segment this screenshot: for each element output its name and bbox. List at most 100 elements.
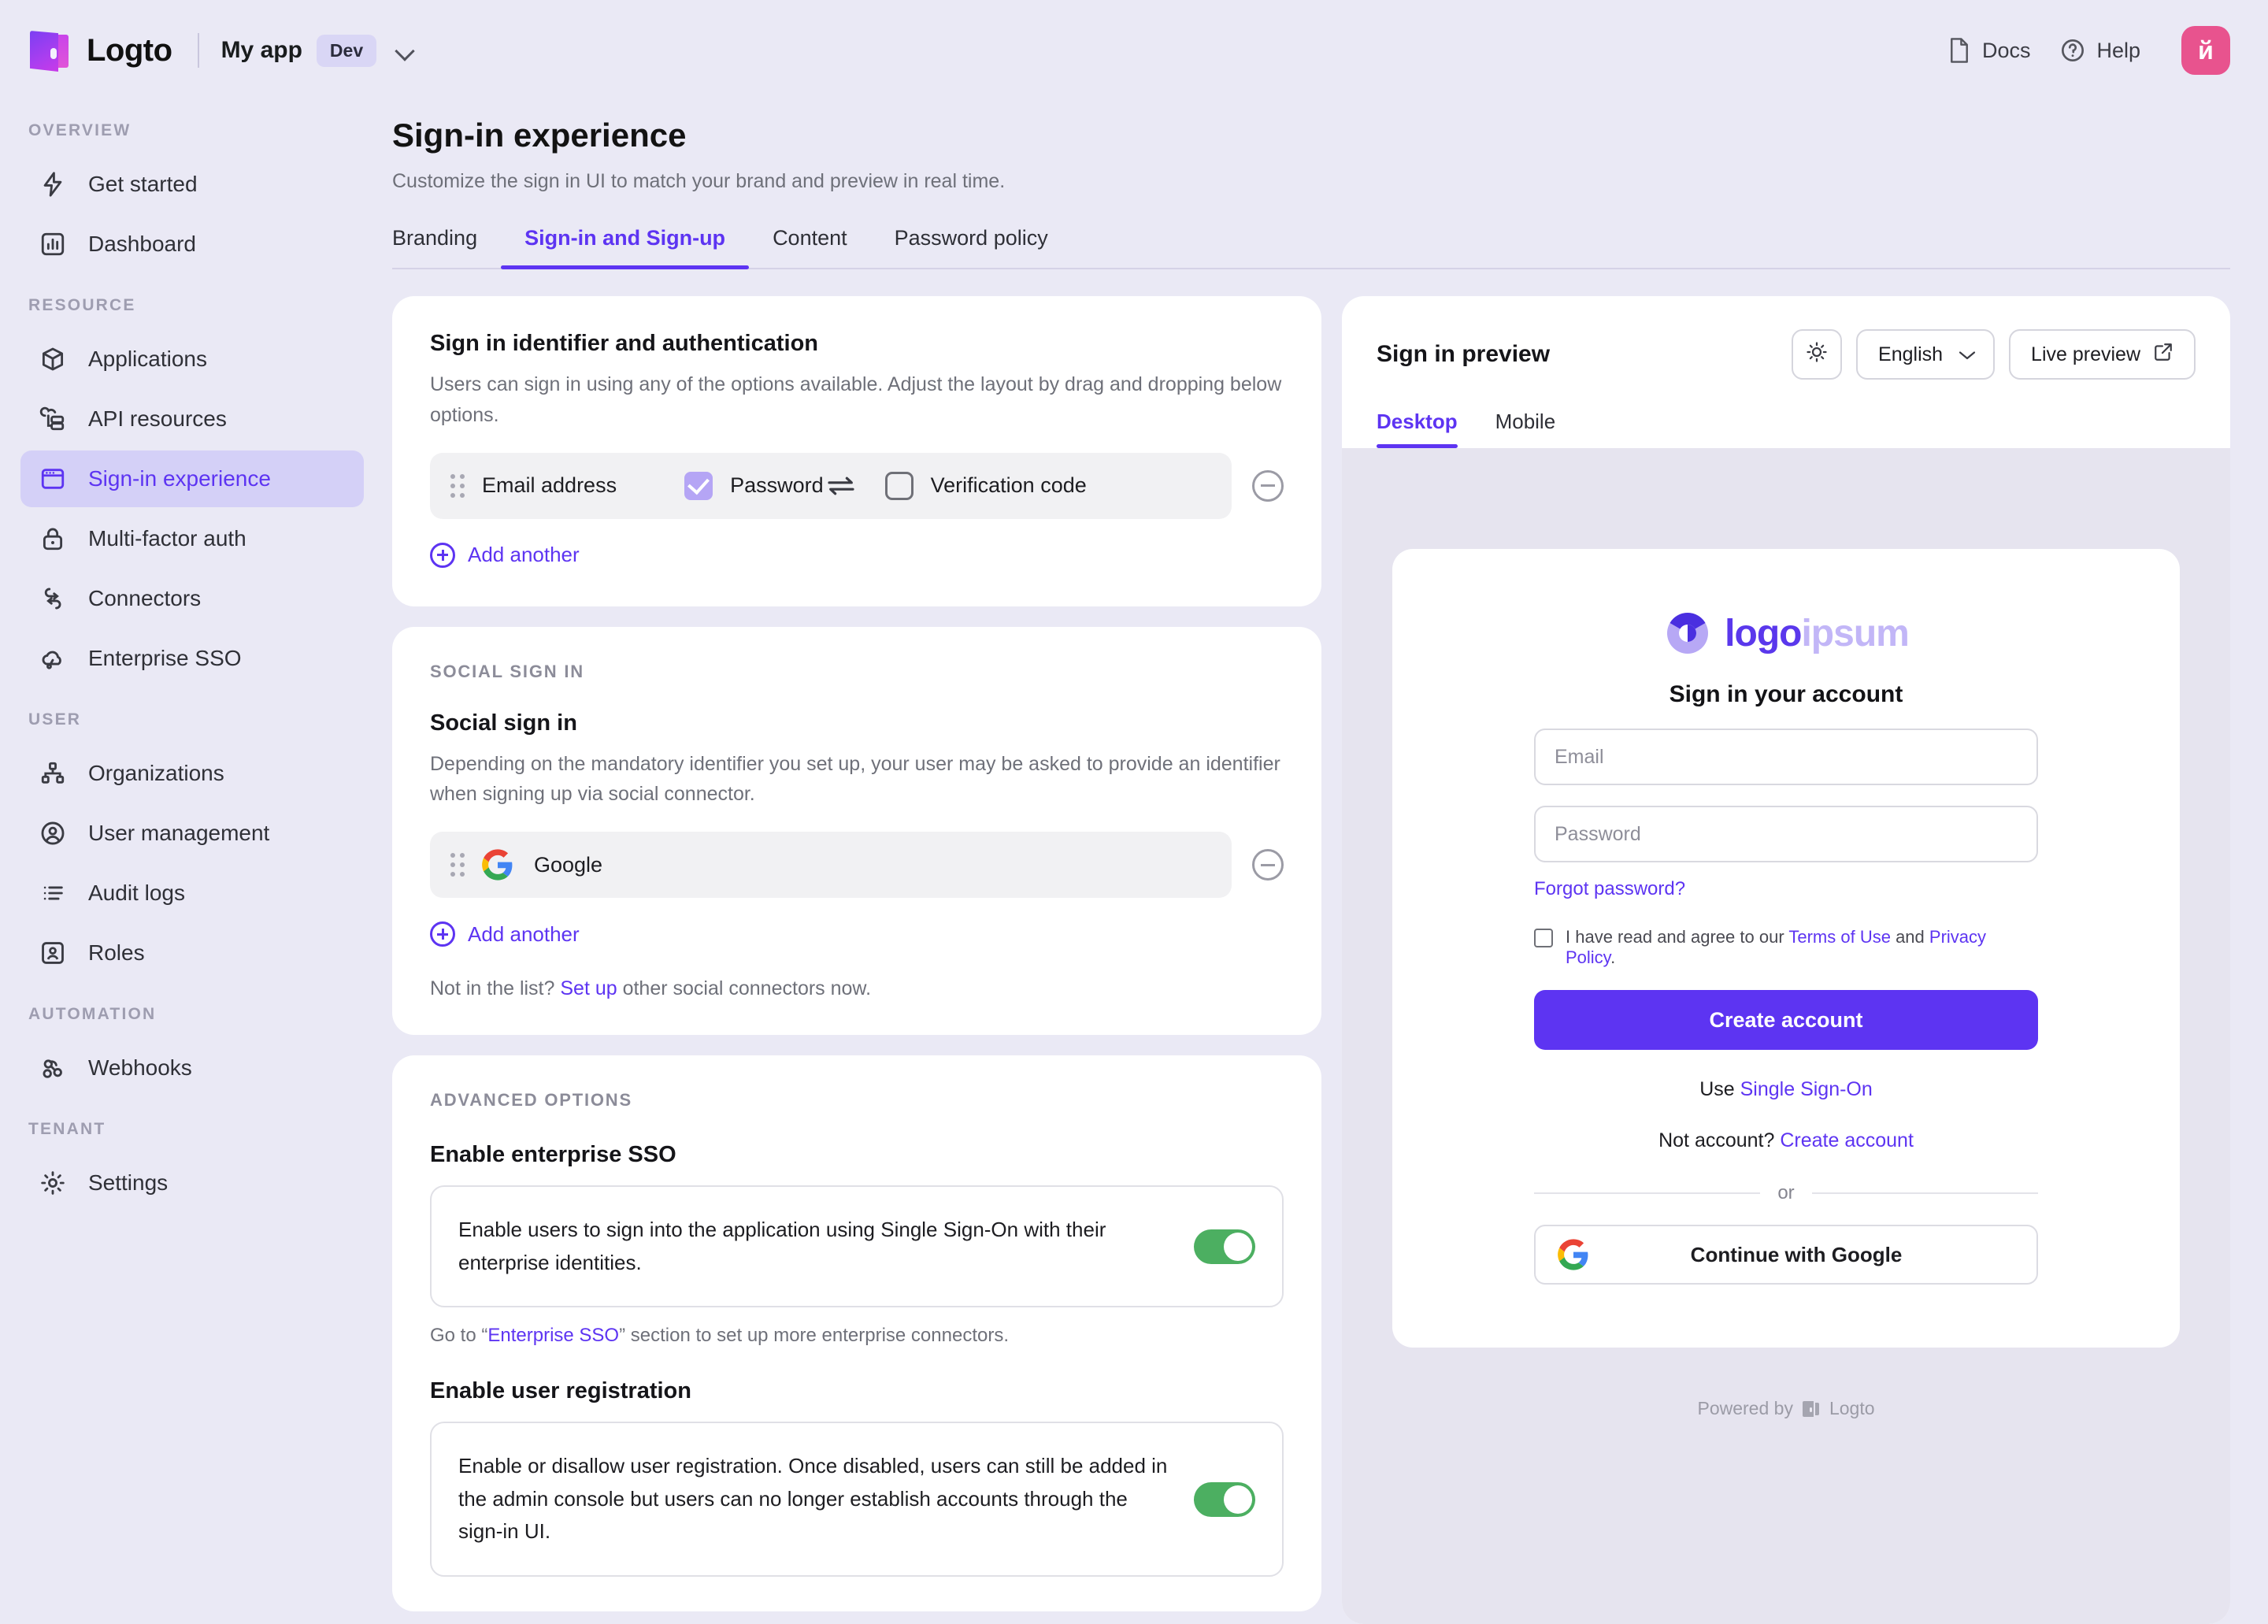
sidebar-item-label: Connectors xyxy=(88,586,202,610)
sidebar-item-roles[interactable]: Roles xyxy=(20,925,364,981)
logto-logo-icon xyxy=(30,28,72,73)
sidebar-item-dashboard[interactable]: Dashboard xyxy=(20,216,364,273)
powered-by: Powered by Logto xyxy=(1697,1398,1874,1419)
social-sign-in-card: Social sign in Social sign in Depending … xyxy=(392,626,1321,1035)
docs-label: Docs xyxy=(1981,38,2031,62)
preview-tabs: Desktop Mobile xyxy=(1377,410,2196,448)
sidebar-item-api-resources[interactable]: API resources xyxy=(20,391,364,447)
connector-row-google[interactable]: Google xyxy=(430,832,1284,898)
preview-tab-desktop[interactable]: Desktop xyxy=(1377,410,1473,448)
password-label: Password xyxy=(730,473,824,497)
sidebar-item-get-started[interactable]: Get started xyxy=(20,156,364,213)
add-connector-button[interactable]: Add another xyxy=(430,921,580,947)
sidebar-item-enterprise-sso[interactable]: Enterprise SSO xyxy=(20,630,364,687)
user-registration-heading: Enable user registration xyxy=(430,1378,691,1404)
set-up-connectors-link[interactable]: Set up xyxy=(560,977,617,999)
drag-handle-icon[interactable] xyxy=(450,853,465,877)
powered-by-label: Powered by xyxy=(1697,1398,1793,1418)
preview-stage: logoipsum Sign in your account Email Pas… xyxy=(1342,448,2230,1624)
add-identifier-button[interactable]: Add another xyxy=(430,542,580,568)
sidebar-item-settings[interactable]: Settings xyxy=(20,1155,364,1211)
sidebar-item-connectors[interactable]: Connectors xyxy=(20,570,364,627)
preview-header: Sign in preview English Live preview Des… xyxy=(1342,296,2230,448)
theme-toggle-button[interactable] xyxy=(1792,329,1843,380)
social-footer-suffix: other social connectors now. xyxy=(617,977,872,999)
sidebar-item-applications[interactable]: Applications xyxy=(20,331,364,387)
docs-link[interactable]: Docs xyxy=(1947,37,2031,64)
gear-icon xyxy=(38,1168,68,1198)
language-select[interactable]: English xyxy=(1856,329,1996,380)
external-link-icon xyxy=(2153,342,2174,368)
enterprise-sso-link[interactable]: Enterprise SSO xyxy=(487,1325,619,1346)
env-badge: Dev xyxy=(316,34,377,67)
identifier-card: Sign in identifier and authentication Us… xyxy=(392,296,1321,606)
sidebar-item-organizations[interactable]: Organizations xyxy=(20,745,364,802)
add-connector-label: Add another xyxy=(468,921,580,946)
sidebar-item-label: Organizations xyxy=(88,761,224,785)
enterprise-sso-toggle-box: Enable users to sign into the applicatio… xyxy=(430,1185,1284,1308)
sidebar-item-webhooks[interactable]: Webhooks xyxy=(20,1040,364,1096)
identifier-row[interactable]: Email address Password Verification code xyxy=(430,452,1284,519)
enterprise-sso-heading: Enable enterprise SSO xyxy=(430,1142,676,1167)
sidebar-group-tenant: Tenant xyxy=(28,1120,106,1138)
terms-agreement: I have read and agree to our Terms of Us… xyxy=(1534,927,2038,968)
create-account-link[interactable]: Create account xyxy=(1780,1129,1914,1151)
sidebar: Overview Get started Dashboard Resource … xyxy=(0,101,386,1624)
swap-icon[interactable] xyxy=(824,474,858,498)
enterprise-sso-toggle[interactable] xyxy=(1194,1229,1255,1264)
identifier-label: Email address xyxy=(482,473,617,497)
brand-logo[interactable]: Logto xyxy=(30,28,172,73)
sidebar-item-sign-in-experience[interactable]: Sign-in experience xyxy=(20,450,364,507)
enterprise-sso-hint: Go to “Enterprise SSO” section to set up… xyxy=(430,1325,1284,1347)
terms-of-use-link[interactable]: Terms of Use xyxy=(1788,927,1891,947)
sun-icon xyxy=(1805,340,1829,369)
enterprise-sso-description: Enable users to sign into the applicatio… xyxy=(458,1218,1106,1274)
continue-with-google-button[interactable]: Continue with Google xyxy=(1534,1225,2038,1285)
tab-sign-in-and-sign-up[interactable]: Sign-in and Sign-up xyxy=(501,226,750,269)
api-icon xyxy=(38,404,68,434)
remove-identifier-button[interactable] xyxy=(1252,469,1284,502)
help-link[interactable]: Help xyxy=(2060,38,2140,63)
chevron-down-icon[interactable] xyxy=(395,40,416,61)
tab-content[interactable]: Content xyxy=(749,226,871,268)
user-registration-toggle[interactable] xyxy=(1194,1481,1255,1517)
logo-primary: logo xyxy=(1725,612,1802,654)
sidebar-group-automation: Automation xyxy=(28,1005,157,1023)
drag-handle-icon[interactable] xyxy=(450,473,465,498)
plus-circle-icon xyxy=(430,921,455,947)
settings-column: Sign in identifier and authentication Us… xyxy=(392,296,1321,1624)
forgot-password-link[interactable]: Forgot password? xyxy=(1534,878,2038,900)
or-divider: or xyxy=(1534,1182,2038,1204)
badge-user-icon xyxy=(38,938,68,968)
avatar[interactable]: й xyxy=(2181,26,2230,75)
connectors-icon xyxy=(38,584,68,614)
terms-checkbox[interactable] xyxy=(1534,929,1553,947)
tab-branding[interactable]: Branding xyxy=(392,226,501,268)
cube-icon xyxy=(38,344,68,374)
user-registration-toggle-box: Enable or disallow user registration. On… xyxy=(430,1422,1284,1577)
live-preview-button[interactable]: Live preview xyxy=(2009,329,2196,380)
add-identifier-label: Add another xyxy=(468,543,580,566)
chart-icon xyxy=(38,229,68,259)
sidebar-item-multi-factor-auth[interactable]: Multi-factor auth xyxy=(20,510,364,567)
sidebar-item-label: Enterprise SSO xyxy=(88,646,242,670)
question-circle-icon xyxy=(2060,38,2085,63)
create-account-button[interactable]: Create account xyxy=(1534,990,2038,1050)
page-tabs: Branding Sign-in and Sign-up Content Pas… xyxy=(392,226,2230,269)
remove-connector-button[interactable] xyxy=(1252,849,1284,881)
verification-code-checkbox[interactable] xyxy=(884,471,914,500)
single-sign-on-link[interactable]: Single Sign-On xyxy=(1740,1078,1873,1100)
sidebar-item-user-management[interactable]: User management xyxy=(20,805,364,862)
tab-password-policy[interactable]: Password policy xyxy=(871,226,1072,268)
hint-prefix: Go to “ xyxy=(430,1325,488,1347)
hint-suffix: ” section to set up more enterprise conn… xyxy=(619,1325,1009,1347)
language-value: English xyxy=(1878,343,1944,365)
email-field[interactable]: Email xyxy=(1534,729,2038,785)
sidebar-item-label: Webhooks xyxy=(88,1055,192,1080)
sidebar-item-audit-logs[interactable]: Audit logs xyxy=(20,865,364,921)
password-checkbox[interactable] xyxy=(684,471,713,500)
sidebar-item-label: Audit logs xyxy=(88,881,185,905)
logo-secondary: ipsum xyxy=(1801,612,1909,654)
password-field[interactable]: Password xyxy=(1534,806,2038,862)
preview-tab-mobile[interactable]: Mobile xyxy=(1495,410,1572,448)
